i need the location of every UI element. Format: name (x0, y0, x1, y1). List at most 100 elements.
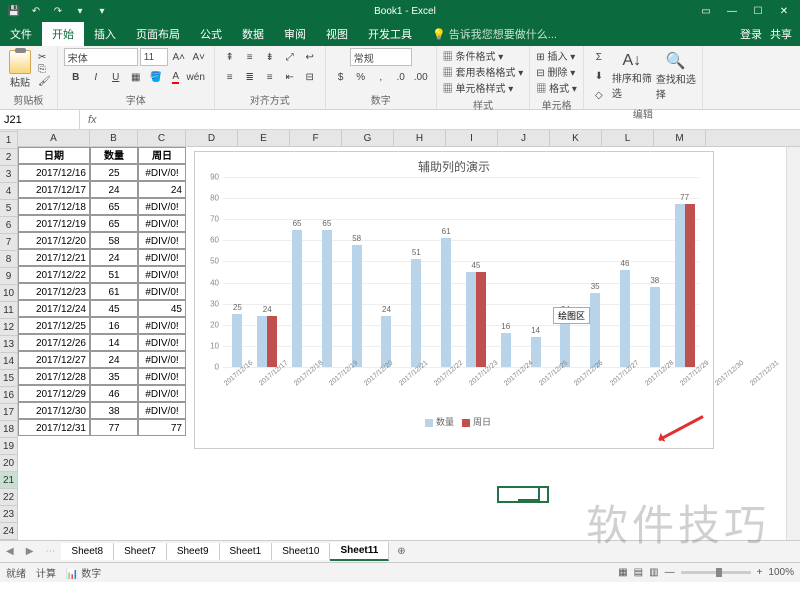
conditional-format-button[interactable]: ▦ 条件格式 ▾ (443, 48, 504, 63)
zoom-in-icon[interactable]: + (757, 567, 763, 578)
delete-cells-button[interactable]: ⊟ 删除 ▾ (536, 64, 575, 79)
cell-A12[interactable]: 2017/12/26 (18, 334, 90, 351)
login-link[interactable]: 登录 (740, 26, 762, 42)
tab-file[interactable]: 文件 (0, 22, 42, 46)
row-header-1[interactable]: 1 (0, 132, 17, 149)
cell-A8[interactable]: 2017/12/22 (18, 266, 90, 283)
cell-C11[interactable]: #DIV/0! (138, 317, 186, 334)
font-color-icon[interactable]: A (167, 68, 185, 86)
tab-开始[interactable]: 开始 (42, 22, 84, 46)
tab-开发工具[interactable]: 开发工具 (358, 22, 422, 46)
number-format-combo[interactable]: 常规 (350, 48, 412, 66)
find-select-button[interactable]: 🔍查找和选择 (656, 51, 696, 101)
column-headers[interactable]: ABCDEFGHIJKLM (18, 130, 800, 147)
wrap-text-icon[interactable]: ↩ (301, 48, 319, 66)
zoom-level[interactable]: 100% (768, 567, 794, 578)
minimize-icon[interactable]: — (720, 6, 744, 17)
cell-C10[interactable]: 45 (138, 300, 186, 317)
cell-B1[interactable]: 数量 (90, 147, 138, 164)
font-size-combo[interactable]: 11 (140, 48, 168, 66)
sheet-tab-Sheet8[interactable]: Sheet8 (61, 543, 114, 560)
align-top-icon[interactable]: ⇞ (221, 48, 239, 66)
sheet-tab-Sheet11[interactable]: Sheet11 (330, 542, 389, 561)
align-middle-icon[interactable]: ≡ (241, 48, 259, 66)
row-header-14[interactable]: 14 (0, 353, 17, 370)
cell-A1[interactable]: 日期 (18, 147, 90, 164)
cell-C8[interactable]: #DIV/0! (138, 266, 186, 283)
cell-B15[interactable]: 46 (90, 385, 138, 402)
autosum-icon[interactable]: Σ (590, 48, 608, 66)
close-icon[interactable]: ✕ (772, 6, 796, 17)
cell-A11[interactable]: 2017/12/25 (18, 317, 90, 334)
row-header-23[interactable]: 23 (0, 506, 17, 523)
paste-button[interactable]: 粘贴 (6, 50, 34, 89)
format-table-button[interactable]: ▦ 套用表格格式 ▾ (443, 64, 524, 79)
sheet-tab-Sheet10[interactable]: Sheet10 (272, 543, 330, 560)
col-header-I[interactable]: I (446, 130, 498, 146)
ribbon-options-icon[interactable]: ▭ (694, 6, 718, 17)
copy-icon[interactable]: ⎘ (38, 64, 51, 75)
worksheet-grid[interactable]: 123456789101112131415161718192021222324 … (0, 130, 800, 540)
decrease-font-icon[interactable]: A˅ (190, 48, 208, 66)
col-header-K[interactable]: K (550, 130, 602, 146)
zoom-out-icon[interactable]: — (665, 567, 675, 578)
row-header-3[interactable]: 3 (0, 166, 17, 183)
sheet-tab-Sheet7[interactable]: Sheet7 (114, 543, 167, 560)
row-header-17[interactable]: 17 (0, 404, 17, 421)
cell-C1[interactable]: 周日 (138, 147, 186, 164)
col-header-M[interactable]: M (654, 130, 706, 146)
cell-C5[interactable]: #DIV/0! (138, 215, 186, 232)
row-header-12[interactable]: 12 (0, 319, 17, 336)
zoom-slider[interactable] (681, 571, 751, 574)
cell-B14[interactable]: 35 (90, 368, 138, 385)
format-painter-icon[interactable]: 🖌 (38, 76, 51, 87)
cell-B5[interactable]: 65 (90, 215, 138, 232)
row-header-10[interactable]: 10 (0, 285, 17, 302)
tell-me[interactable]: 💡 告诉我您想要做什么... (422, 22, 567, 46)
row-header-7[interactable]: 7 (0, 234, 17, 251)
align-right-icon[interactable]: ≡ (261, 68, 279, 86)
row-header-19[interactable]: 19 (0, 438, 17, 455)
cell-C4[interactable]: #DIV/0! (138, 198, 186, 215)
row-header-2[interactable]: 2 (0, 149, 17, 166)
fill-icon[interactable]: ⬇ (590, 67, 608, 85)
percent-icon[interactable]: % (352, 68, 370, 86)
cell-A13[interactable]: 2017/12/27 (18, 351, 90, 368)
align-bottom-icon[interactable]: ⇟ (261, 48, 279, 66)
cell-C9[interactable]: #DIV/0! (138, 283, 186, 300)
sheet-tab-Sheet1[interactable]: Sheet1 (220, 543, 273, 560)
cell-B13[interactable]: 24 (90, 351, 138, 368)
embedded-chart[interactable]: 辅助列的演示 0102030405060708090 2524656558245… (194, 151, 714, 449)
cell-A14[interactable]: 2017/12/28 (18, 368, 90, 385)
cell-B7[interactable]: 24 (90, 249, 138, 266)
bold-button[interactable]: B (67, 68, 85, 86)
cell-B8[interactable]: 51 (90, 266, 138, 283)
insert-cells-button[interactable]: ⊞ 插入 ▾ (536, 48, 575, 63)
row-header-11[interactable]: 11 (0, 302, 17, 319)
row-header-22[interactable]: 22 (0, 489, 17, 506)
cell-A16[interactable]: 2017/12/30 (18, 402, 90, 419)
maximize-icon[interactable]: ☐ (746, 6, 770, 17)
underline-button[interactable]: U (107, 68, 125, 86)
cell-B2[interactable]: 25 (90, 164, 138, 181)
col-header-A[interactable]: A (18, 130, 90, 146)
border-icon[interactable]: ▦ (127, 68, 145, 86)
cell-C15[interactable]: #DIV/0! (138, 385, 186, 402)
vertical-scrollbar[interactable] (786, 147, 800, 540)
cell-C13[interactable]: #DIV/0! (138, 351, 186, 368)
inc-decimal-icon[interactable]: .0 (392, 68, 410, 86)
sheet-nav-prev-icon[interactable]: ◀ (0, 546, 20, 557)
undo-icon[interactable]: ↶ (26, 2, 46, 20)
cell-C12[interactable]: #DIV/0! (138, 334, 186, 351)
cell-B6[interactable]: 58 (90, 232, 138, 249)
row-header-13[interactable]: 13 (0, 336, 17, 353)
cell-B3[interactable]: 24 (90, 181, 138, 198)
indent-dec-icon[interactable]: ⇤ (281, 68, 299, 86)
comma-icon[interactable]: , (372, 68, 390, 86)
sheet-nav-next-icon[interactable]: ▶ (20, 546, 40, 557)
col-header-B[interactable]: B (90, 130, 138, 146)
row-header-16[interactable]: 16 (0, 387, 17, 404)
row-header-6[interactable]: 6 (0, 217, 17, 234)
cell-A6[interactable]: 2017/12/20 (18, 232, 90, 249)
tab-页面布局[interactable]: 页面布局 (126, 22, 190, 46)
